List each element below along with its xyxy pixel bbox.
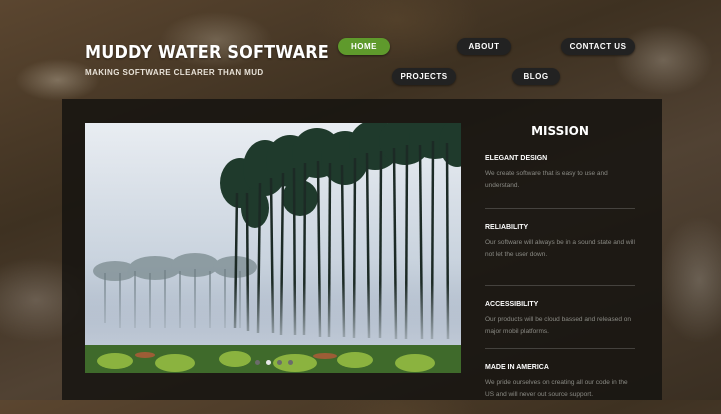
slider-dot-2[interactable] xyxy=(266,360,271,365)
mission-item-text: Our software will always be in a sound s… xyxy=(485,239,635,258)
mission-item-accessibility: ACCESSIBILITY Our products will be cloud… xyxy=(485,301,635,349)
mission-item-text: Our products will be cloud bassed and re… xyxy=(485,316,631,335)
nav-about-button[interactable]: ABOUT xyxy=(457,38,511,55)
nav-home-button[interactable]: HOME xyxy=(338,38,390,55)
slider-image xyxy=(85,123,461,373)
nav-blog-button[interactable]: BLOG xyxy=(512,68,560,85)
mission-item-text: We pride ourselves on creating all our c… xyxy=(485,379,628,398)
mission-item-heading: ACCESSIBILITY xyxy=(485,301,539,308)
mission-item-heading: MADE IN AMERICA xyxy=(485,364,549,371)
slider-dot-3[interactable] xyxy=(277,360,282,365)
nav-projects-button[interactable]: PROJECTS xyxy=(392,68,456,85)
mission-section: MISSION ELEGANT DESIGN We create softwar… xyxy=(485,123,635,414)
site-logo[interactable]: MUDDY WATER SOFTWARE MAKING SOFTWARE CLE… xyxy=(85,43,350,77)
slider-dot-1[interactable] xyxy=(255,360,260,365)
mission-item-made-in-america: MADE IN AMERICA We pride ourselves on cr… xyxy=(485,364,635,414)
nav-contact-button[interactable]: CONTACT US xyxy=(561,38,635,55)
mission-item-elegant-design: ELEGANT DESIGN We create software that i… xyxy=(485,155,635,209)
mission-title: MISSION xyxy=(531,124,589,138)
site-title: MUDDY WATER SOFTWARE xyxy=(85,43,329,63)
site-tagline: MAKING SOFTWARE CLEARER THAN MUD xyxy=(85,68,264,77)
slider-pagination xyxy=(255,360,293,365)
misty-forest-image xyxy=(85,123,461,373)
slider-dot-4[interactable] xyxy=(288,360,293,365)
mission-item-reliability: RELIABILITY Our software will always be … xyxy=(485,224,635,286)
mission-item-text: We create software that is easy to use a… xyxy=(485,170,608,189)
mission-item-heading: ELEGANT DESIGN xyxy=(485,155,548,162)
mission-item-heading: RELIABILITY xyxy=(485,224,529,231)
